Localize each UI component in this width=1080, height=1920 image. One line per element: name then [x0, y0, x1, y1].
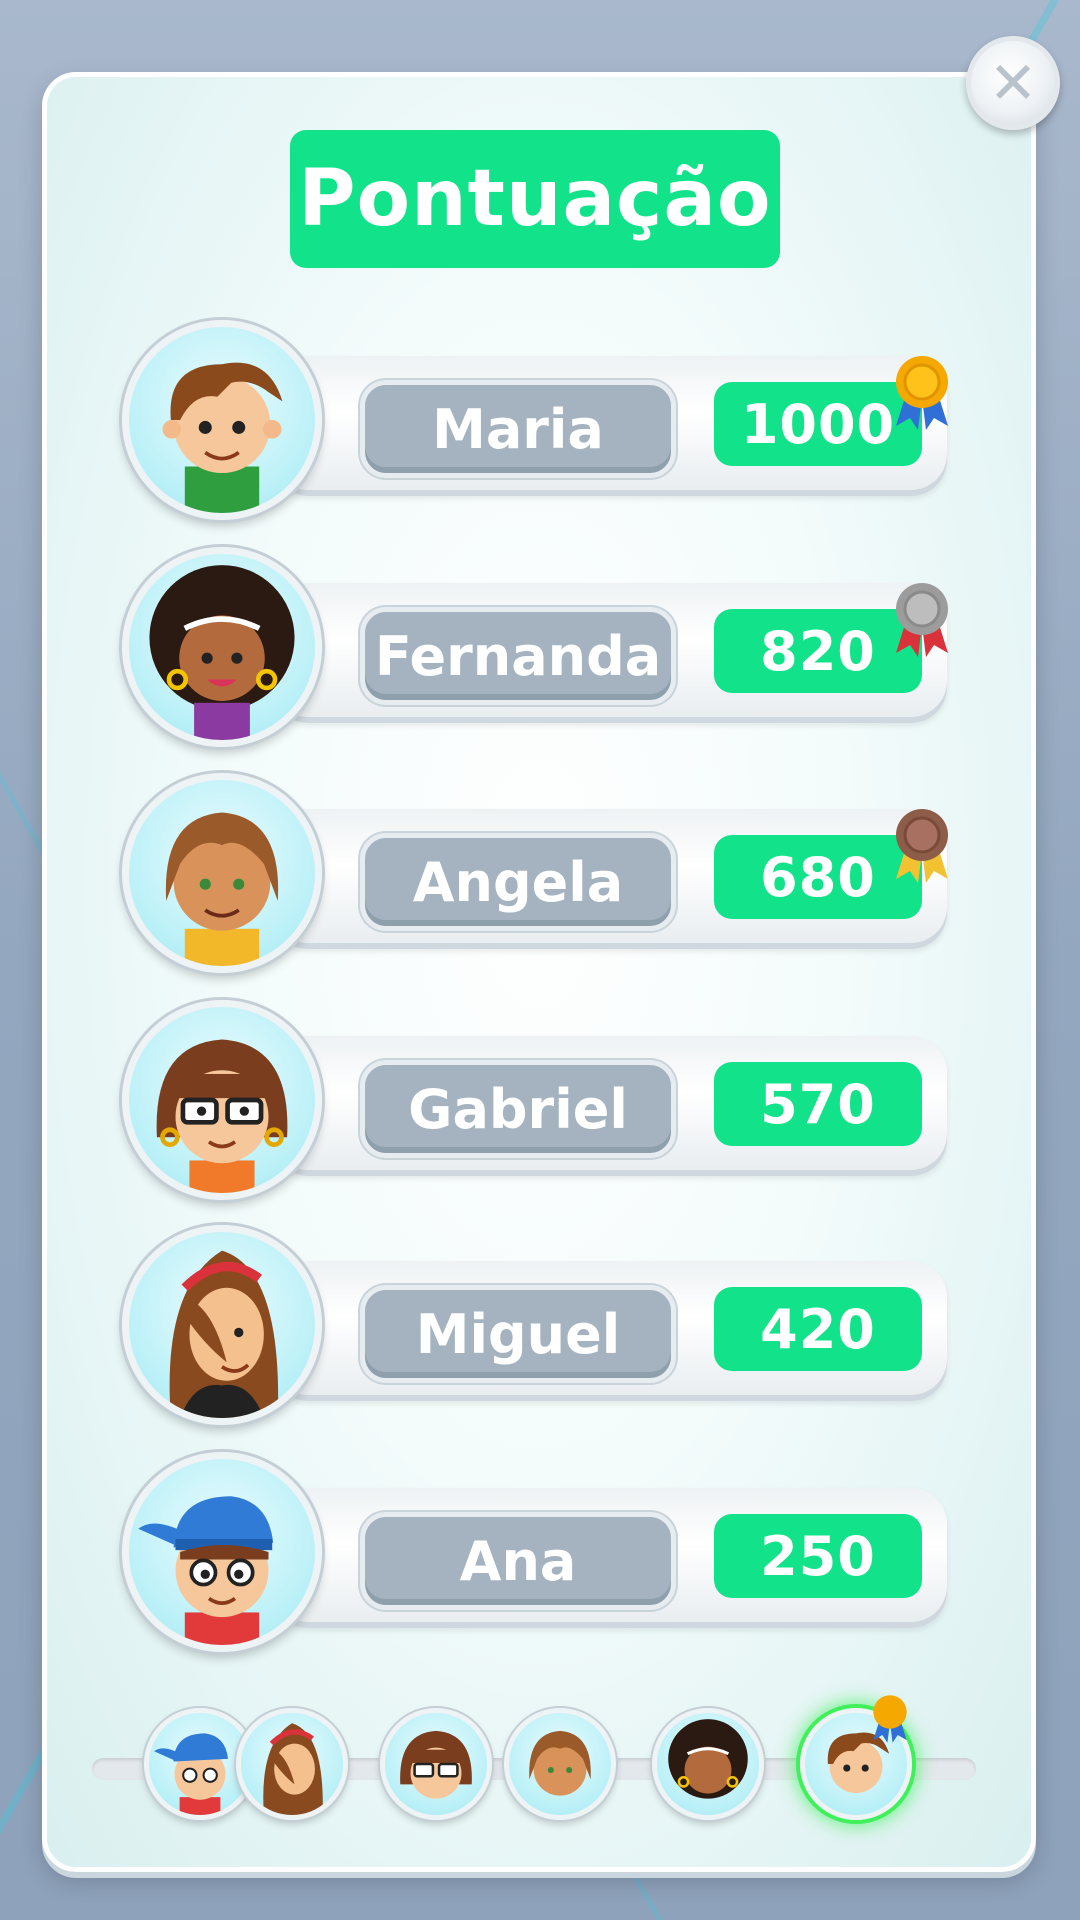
page-title: Pontuação — [298, 154, 772, 244]
gold-medal-icon — [873, 1695, 907, 1743]
player-score-pill: 420 — [714, 1287, 922, 1371]
player-name-pill: Gabriel — [360, 1060, 676, 1158]
player-row-maria: Maria 1000 — [122, 320, 948, 525]
player-score: 570 — [760, 1072, 876, 1136]
player-score: 820 — [760, 619, 876, 683]
player-row-ana: Ana 250 — [122, 1452, 947, 1657]
bronze-medal-icon — [896, 809, 948, 883]
player-score-pill: 680 — [714, 835, 922, 919]
player-row-gabriel: Gabriel 570 — [122, 1000, 947, 1205]
player-name-pill: Angela — [360, 833, 676, 931]
miguel-avatar — [122, 1225, 322, 1425]
close-button[interactable]: ✕ — [966, 36, 1060, 130]
mini-fernanda-avatar[interactable] — [652, 1708, 764, 1820]
gabriel-avatar — [122, 1000, 322, 1200]
player-name: Ana — [459, 1529, 577, 1593]
mini-miguel-avatar[interactable] — [236, 1708, 348, 1820]
player-score-pill: 250 — [714, 1514, 922, 1598]
player-name-pill: Miguel — [360, 1285, 676, 1383]
player-score: 420 — [760, 1297, 876, 1361]
player-name: Angela — [412, 850, 624, 914]
player-name-pill: Ana — [360, 1512, 676, 1610]
player-row-fernanda: Fernanda 820 — [122, 547, 948, 752]
mini-angela-avatar[interactable] — [504, 1708, 616, 1820]
title-banner: Pontuação — [290, 130, 780, 268]
player-score-pill: 820 — [714, 609, 922, 693]
player-name: Gabriel — [408, 1077, 628, 1141]
player-score-pill: 1000 — [714, 382, 922, 466]
player-name-pill: Maria — [360, 380, 676, 478]
player-score: 1000 — [740, 392, 896, 456]
player-score: 250 — [760, 1524, 876, 1588]
player-name: Miguel — [415, 1302, 621, 1366]
player-name: Fernanda — [374, 624, 662, 688]
maria-avatar — [122, 320, 322, 520]
silver-medal-icon — [896, 583, 948, 657]
ana-avatar — [122, 1452, 322, 1652]
close-icon: ✕ — [988, 49, 1038, 117]
gold-medal-icon — [896, 356, 948, 430]
player-name-pill: Fernanda — [360, 607, 676, 705]
player-row-miguel: Miguel 420 — [122, 1225, 947, 1430]
player-score-pill: 570 — [714, 1062, 922, 1146]
player-score: 680 — [760, 845, 876, 909]
fernanda-avatar — [122, 547, 322, 747]
mini-gabriel-avatar[interactable] — [380, 1708, 492, 1820]
player-name: Maria — [432, 397, 604, 461]
angela-avatar — [122, 773, 322, 973]
player-row-angela: Angela 680 — [122, 773, 948, 978]
